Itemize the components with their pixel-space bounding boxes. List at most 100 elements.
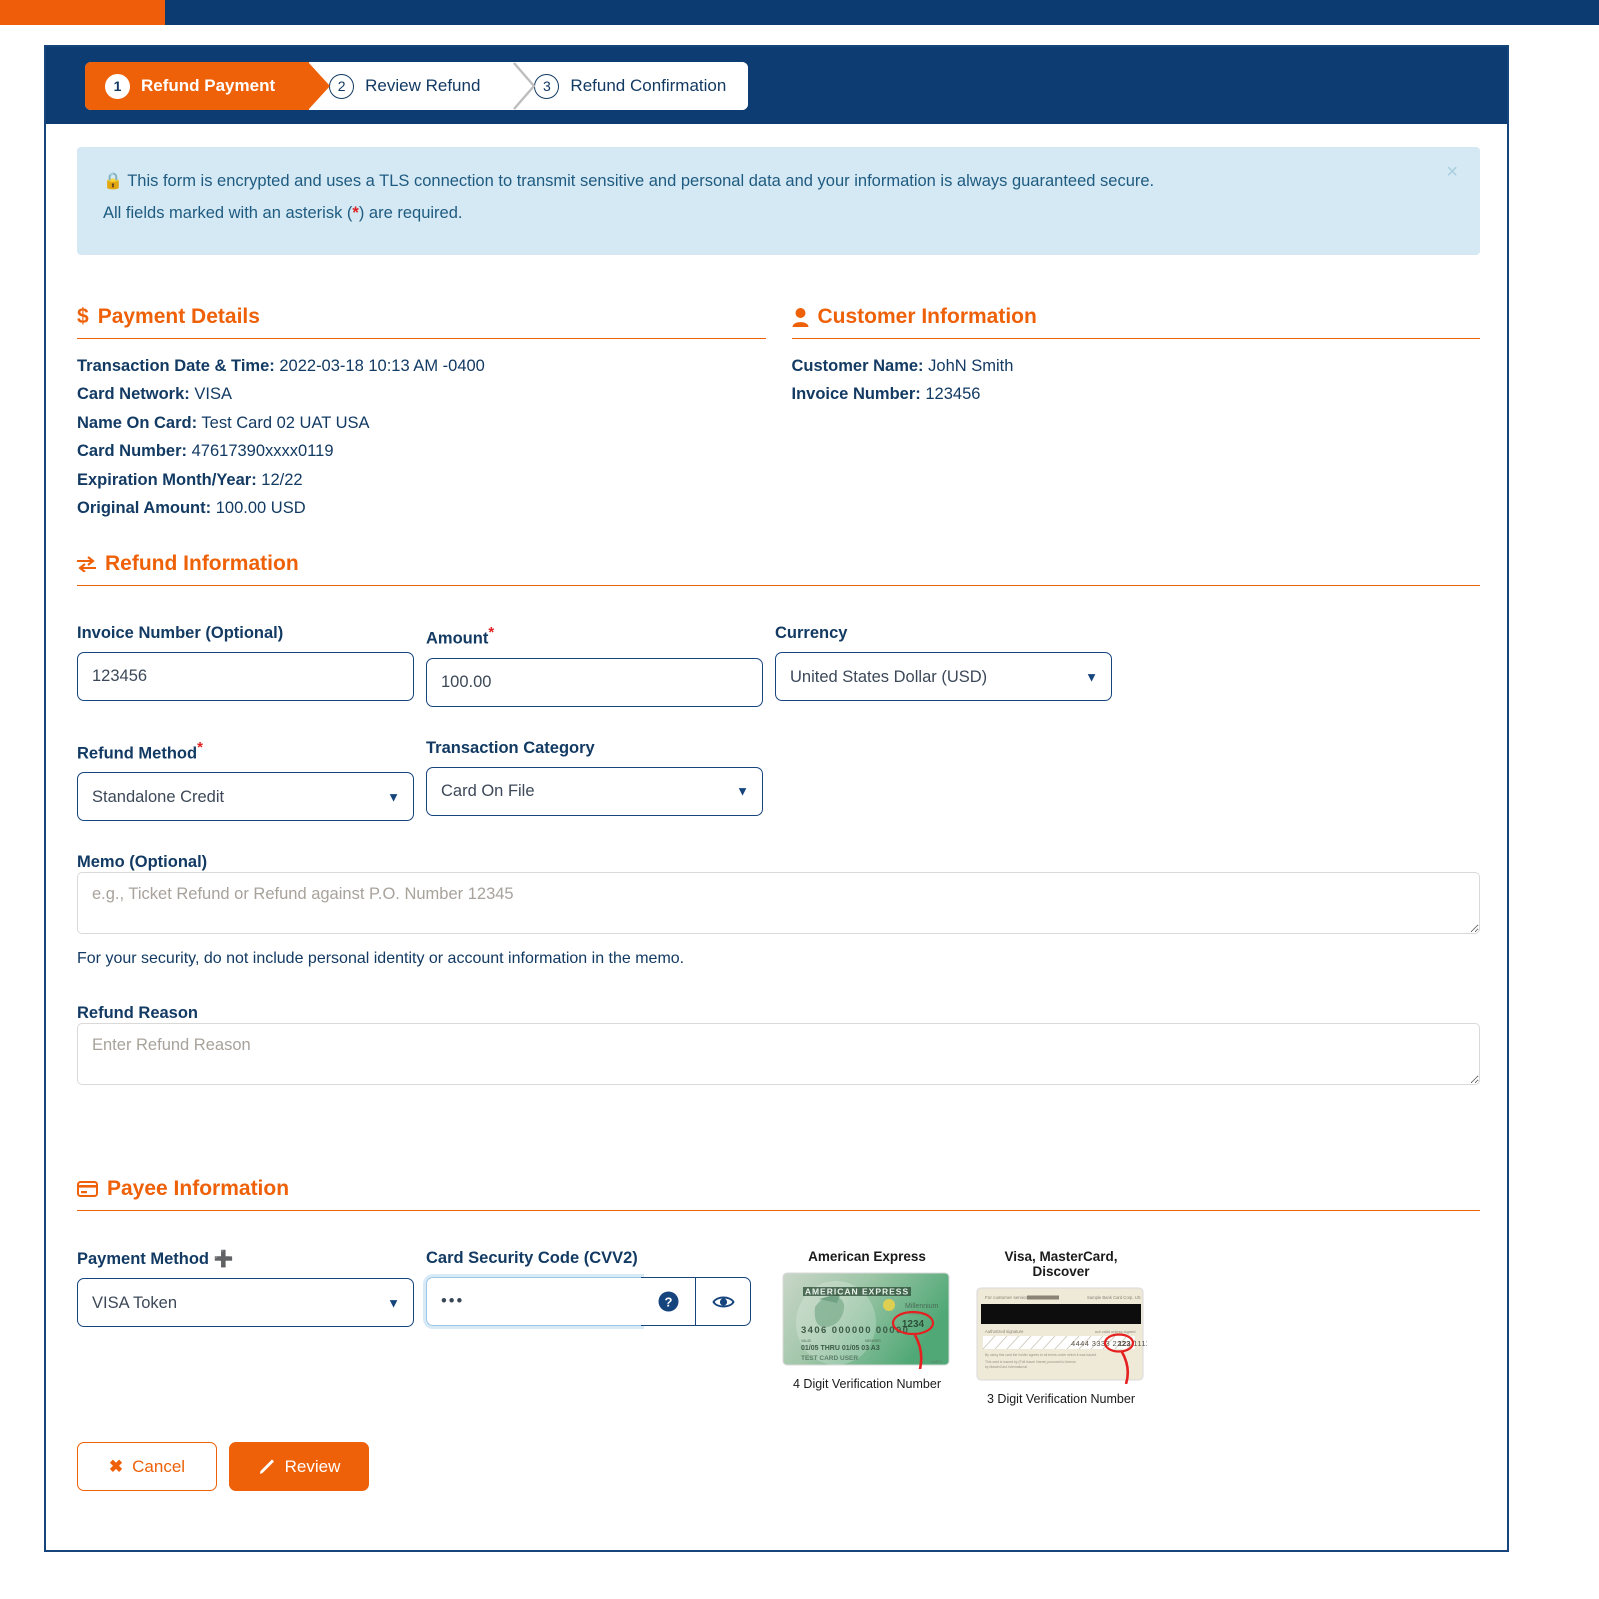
svg-text:123: 123 (1118, 1339, 1131, 1348)
question-circle-icon: ? (658, 1291, 678, 1312)
customer-row: Invoice Number: 123456 (792, 380, 1481, 408)
customer-row: Customer Name: JohN Smith (792, 352, 1481, 380)
cvv-help-button[interactable]: ? (641, 1277, 696, 1326)
memo-textarea[interactable] (77, 872, 1480, 934)
visa-mc-discover-card-back-illustration: For customer service call Sample Bank Ca… (976, 1287, 1147, 1384)
alert-line-2: All fields marked with an asterisk (*) a… (103, 201, 1454, 227)
pencil-icon (259, 1459, 274, 1474)
plus-circle-icon[interactable]: ➕ (214, 1251, 234, 1268)
refund-method-select-wrap: Standalone Credit ▼ (77, 772, 414, 821)
svg-text:By using this card the holder: By using this card the holder agrees to … (985, 1353, 1097, 1357)
cvv-field-group: Card Security Code (CVV2) ? (426, 1249, 751, 1326)
wizard-step-refund-confirmation[interactable]: 3 Refund Confirmation (514, 62, 749, 110)
refund-information-title-row: Refund Information (77, 552, 1480, 586)
payee-information-title-row: Payee Information (77, 1177, 1480, 1211)
customer-information-list: Customer Name: JohN Smith Invoice Number… (792, 352, 1481, 409)
detail-row: Transaction Date & Time: 2022-03-18 10:1… (77, 352, 766, 380)
svg-text:4444 3333 2222 1111: 4444 3333 2222 1111 (1071, 1339, 1147, 1348)
detail-label: Card Number: (77, 442, 188, 461)
dollar-sign-icon: $ (77, 305, 89, 328)
alert-line-1-text: This form is encrypted and uses a TLS co… (127, 172, 1155, 190)
amount-input[interactable] (426, 657, 763, 707)
memo-label: Memo (Optional) (77, 853, 208, 871)
detail-label: Name On Card: (77, 413, 198, 432)
detail-label: Original Amount: (77, 498, 212, 517)
cvv-input-group: ? (426, 1277, 751, 1326)
payment-method-label: Payment Method ➕ (77, 1249, 414, 1269)
currency-field-group: Currency United States Dollar (USD) ▼ (775, 624, 1112, 707)
cvv-input[interactable] (426, 1277, 641, 1326)
svg-text:MEMBER: MEMBER (865, 1339, 881, 1343)
app-top-bar (0, 0, 1599, 25)
currency-select-wrap: United States Dollar (USD) ▼ (775, 652, 1112, 701)
refund-information-section: Refund Information Invoice Number (Optio… (77, 552, 1480, 1090)
cvv-card-illustrations: American Express AMERICAN EXPRESS Millen… (781, 1249, 1147, 1406)
detail-label: Card Network: (77, 385, 190, 404)
amount-field-group: Amount* (426, 624, 763, 707)
cancel-button-label: Cancel (132, 1456, 186, 1476)
customer-label: Customer Name: (791, 357, 924, 375)
payment-details-title: Payment Details (97, 305, 260, 328)
refund-fields-row-1: Invoice Number (Optional) Amount* Curren… (77, 624, 1480, 707)
payment-details-section: $ Payment Details Transaction Date & Tim… (77, 305, 766, 522)
payment-method-label-text: Payment Method (77, 1250, 210, 1268)
wizard-steps: 1 Refund Payment 2 Review Refund 3 Refun… (85, 62, 749, 110)
cvv-reveal-button[interactable] (696, 1277, 751, 1326)
detail-value: 2022-03-18 10:13 AM -0400 (279, 357, 485, 375)
user-icon (792, 307, 808, 327)
invoice-number-field-group: Invoice Number (Optional) (77, 624, 414, 707)
svg-text:Authorized signature: Authorized signature (985, 1329, 1024, 1334)
memo-field-group: Memo (Optional) For your security, do no… (77, 853, 1480, 968)
customer-value: 123456 (925, 385, 981, 404)
detail-label: Expiration Month/Year: (77, 470, 257, 489)
detail-label: Transaction Date & Time: (77, 357, 275, 375)
payee-information-section: Payee Information Payment Method ➕ VISA … (77, 1177, 1480, 1406)
refund-method-label: Refund Method* (77, 739, 414, 764)
payment-method-select[interactable]: VISA Token (77, 1278, 414, 1327)
detail-row: Card Number: 47617390xxxx0119 (77, 437, 766, 465)
detail-value: Test Card 02 UAT USA (201, 413, 370, 432)
refund-reason-textarea[interactable] (77, 1023, 1480, 1085)
payment-details-title-row: $ Payment Details (77, 305, 766, 339)
transaction-category-label: Transaction Category (426, 738, 595, 757)
svg-text:Millennium: Millennium (905, 1303, 939, 1310)
detail-row: Card Network: VISA (77, 380, 766, 408)
refund-form-card: 1 Refund Payment 2 Review Refund 3 Refun… (44, 45, 1509, 1552)
review-button[interactable]: Review (229, 1442, 369, 1491)
payment-method-field-group: Payment Method ➕ VISA Token ▼ (77, 1249, 414, 1327)
refund-payment-page: 1 Refund Payment 2 Review Refund 3 Refun… (0, 0, 1599, 1599)
svg-text:TEST CARD USER: TEST CARD USER (801, 1355, 858, 1362)
wizard-step-refund-payment[interactable]: 1 Refund Payment (85, 62, 331, 110)
visa-mc-discover-caption: 3 Digit Verification Number (987, 1392, 1135, 1406)
step-arrow-1-icon (308, 62, 331, 110)
detail-row: Expiration Month/Year: 12/22 (77, 466, 766, 494)
cancel-button[interactable]: ✖ Cancel (77, 1442, 217, 1491)
svg-text:This card is issued by (Full I: This card is issued by (Full Issuer Name… (985, 1360, 1076, 1364)
visa-mc-discover-heading: Visa, MasterCard, Discover (1004, 1249, 1118, 1279)
alert-required-before: All fields marked with an asterisk ( (103, 203, 353, 222)
detail-row: Original Amount: 100.00 USD (77, 494, 766, 522)
security-alert: × 🔒 This form is encrypted and uses a TL… (77, 147, 1480, 255)
currency-select[interactable]: United States Dollar (USD) (775, 652, 1112, 701)
payee-information-title: Payee Information (107, 1177, 290, 1200)
step-number-3: 3 (534, 73, 560, 99)
refund-information-title: Refund Information (105, 552, 299, 575)
wizard-step-review-refund[interactable]: 2 Review Refund (309, 62, 536, 110)
svg-text:Sample Bank Card Corp. US: Sample Bank Card Corp. US (1087, 1295, 1141, 1300)
alert-close-button[interactable]: × (1440, 161, 1464, 183)
exchange-arrows-icon (77, 556, 96, 572)
alert-line-1: 🔒 This form is encrypted and uses a TLS … (103, 169, 1454, 195)
memo-helper-text: For your security, do not include person… (77, 950, 685, 967)
currency-label: Currency (775, 624, 848, 642)
payment-details-list: Transaction Date & Time: 2022-03-18 10:1… (77, 352, 766, 522)
customer-information-title: Customer Information (817, 305, 1037, 328)
invoice-number-input[interactable] (77, 652, 414, 701)
refund-reason-label: Refund Reason (77, 1004, 199, 1022)
review-button-label: Review (284, 1456, 341, 1476)
info-columns: $ Payment Details Transaction Date & Tim… (77, 305, 1480, 522)
refund-method-select[interactable]: Standalone Credit (77, 772, 414, 821)
svg-text:01/05 THRU 01/05 03: 01/05 THRU 01/05 03 A3 (801, 1345, 880, 1352)
lock-icon: 🔒 (103, 173, 123, 190)
transaction-category-select[interactable]: Card On File (426, 766, 763, 816)
credit-card-icon (77, 1181, 98, 1197)
